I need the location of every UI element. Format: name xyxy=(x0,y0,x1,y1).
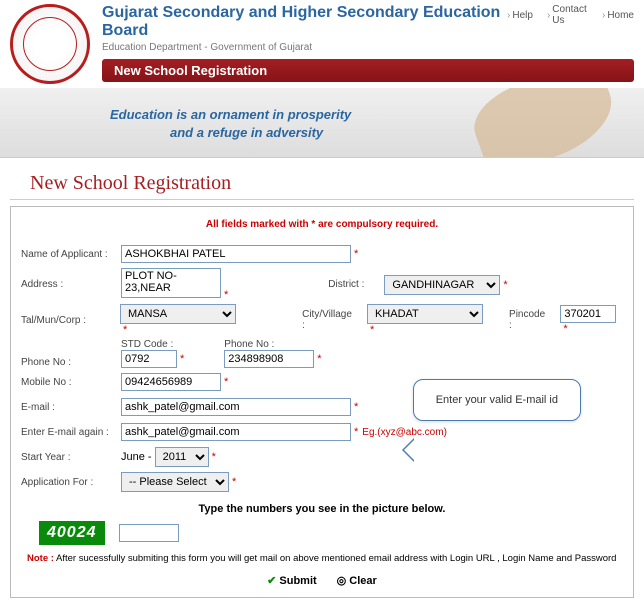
clear-icon: ◎ xyxy=(337,574,347,587)
appfor-label: Application For : xyxy=(21,477,121,488)
note-text: After sucessfully submiting this form yo… xyxy=(54,553,617,564)
email-input[interactable] xyxy=(121,398,351,416)
applicant-input[interactable] xyxy=(121,245,351,263)
ribbon-title: New School Registration xyxy=(102,59,634,82)
banner-line2: and a refuge in adversity xyxy=(110,124,351,142)
pincode-input[interactable] xyxy=(560,305,616,323)
mobile-label: Mobile No : xyxy=(21,377,121,388)
captcha-input[interactable] xyxy=(119,524,179,542)
cityvillage-label: City/Village : xyxy=(302,309,357,331)
check-icon: ✔ xyxy=(267,574,276,587)
required-note: All fields marked with * are compulsory … xyxy=(21,215,623,240)
address-label: Address : xyxy=(21,279,121,290)
applicant-label: Name of Applicant : xyxy=(21,249,121,260)
email-tooltip: Enter your valid E-mail id xyxy=(413,379,581,421)
address-input[interactable]: PLOT NO-23,NEAR xyxy=(121,268,221,298)
district-select[interactable]: GANDHINAGAR xyxy=(384,275,500,295)
clear-button[interactable]: ◎Clear xyxy=(337,574,377,587)
phoneno-label: Phone No : xyxy=(224,339,274,350)
email2-label: Enter E-mail again : xyxy=(21,427,121,438)
phone-label: Phone No : xyxy=(21,357,121,368)
page-title: New School Registration xyxy=(10,158,634,200)
captcha-instruction: Type the numbers you see in the picture … xyxy=(21,503,623,515)
contact-link[interactable]: ›Contact Us xyxy=(547,4,588,26)
chevron-right-icon: › xyxy=(507,10,510,21)
startyear-select[interactable]: 2011 xyxy=(155,447,209,467)
board-logo xyxy=(10,4,90,84)
email-label: E-mail : xyxy=(21,402,121,413)
startyear-label: Start Year : xyxy=(21,452,121,463)
note-prefix: Note : xyxy=(27,553,54,564)
stdcode-input[interactable] xyxy=(121,350,177,368)
appfor-select[interactable]: -- Please Select -- xyxy=(121,472,229,492)
email2-input[interactable] xyxy=(121,423,351,441)
cityvillage-select[interactable]: KHADAT xyxy=(367,304,483,324)
chevron-right-icon: › xyxy=(547,10,550,21)
banner-line1: Education is an ornament in prosperity xyxy=(110,106,351,124)
captcha-image: 40024 xyxy=(39,521,105,545)
chevron-right-icon: › xyxy=(602,10,605,21)
help-link[interactable]: ›Help xyxy=(507,4,533,26)
email-hint: Eg.(xyz@abc.com) xyxy=(362,427,447,438)
phoneno-input[interactable] xyxy=(224,350,314,368)
board-subtitle: Education Department - Government of Guj… xyxy=(102,42,507,53)
stdcode-label: STD Code : xyxy=(121,339,173,350)
talmuncorp-label: Tal/Mun/Corp : xyxy=(21,315,120,326)
startmonth-text: June xyxy=(121,451,145,463)
banner: Education is an ornament in prosperity a… xyxy=(0,88,644,158)
mobile-input[interactable] xyxy=(121,373,221,391)
district-label: District : xyxy=(328,279,364,290)
pincode-label: Pincode : xyxy=(509,309,550,331)
submit-button[interactable]: ✔Submit xyxy=(267,574,317,587)
hand-writing-image xyxy=(465,88,624,158)
home-link[interactable]: ›Home xyxy=(602,4,634,26)
board-title: Gujarat Secondary and Higher Secondary E… xyxy=(102,4,507,40)
talmuncorp-select[interactable]: MANSA xyxy=(120,304,236,324)
